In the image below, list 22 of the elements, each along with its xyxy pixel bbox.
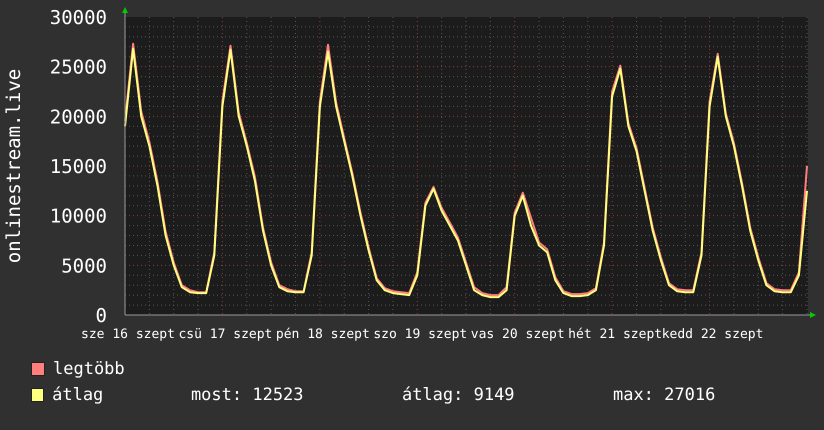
legend-swatch [31,362,45,376]
legend-swatch [31,388,44,402]
x-axis-label: sze 16 szept [81,327,175,342]
x-axis-label: hét 21 szept [568,327,662,342]
y-axis-label: 5000 [61,255,107,278]
y-axis-label: 0 [96,305,107,327]
y-axis-title: onlinestream.live [3,68,25,264]
x-axis-label: pén 18 szept [276,327,370,342]
y-axis-label: 15000 [50,156,107,178]
legend-label: átlag [52,384,104,407]
x-axis-label: kedd 22 szept [662,327,764,342]
x-axis-label: vas 20 szept [470,327,565,342]
legend-stat: átlag: 9149 [402,384,516,407]
legend-stat: most: 12523 [190,384,305,407]
legend-stat: max: 27016 [612,384,716,407]
y-axis-label: 20000 [50,106,107,128]
legend-label: legtöbb [53,358,126,381]
x-axis-label: szo 19 szept [373,327,468,342]
y-axis-label: 10000 [50,206,107,228]
y-axis-label: 25000 [50,56,107,79]
y-axis-label: 30000 [50,7,107,29]
x-axis-label: csü 17 szept [178,327,272,342]
